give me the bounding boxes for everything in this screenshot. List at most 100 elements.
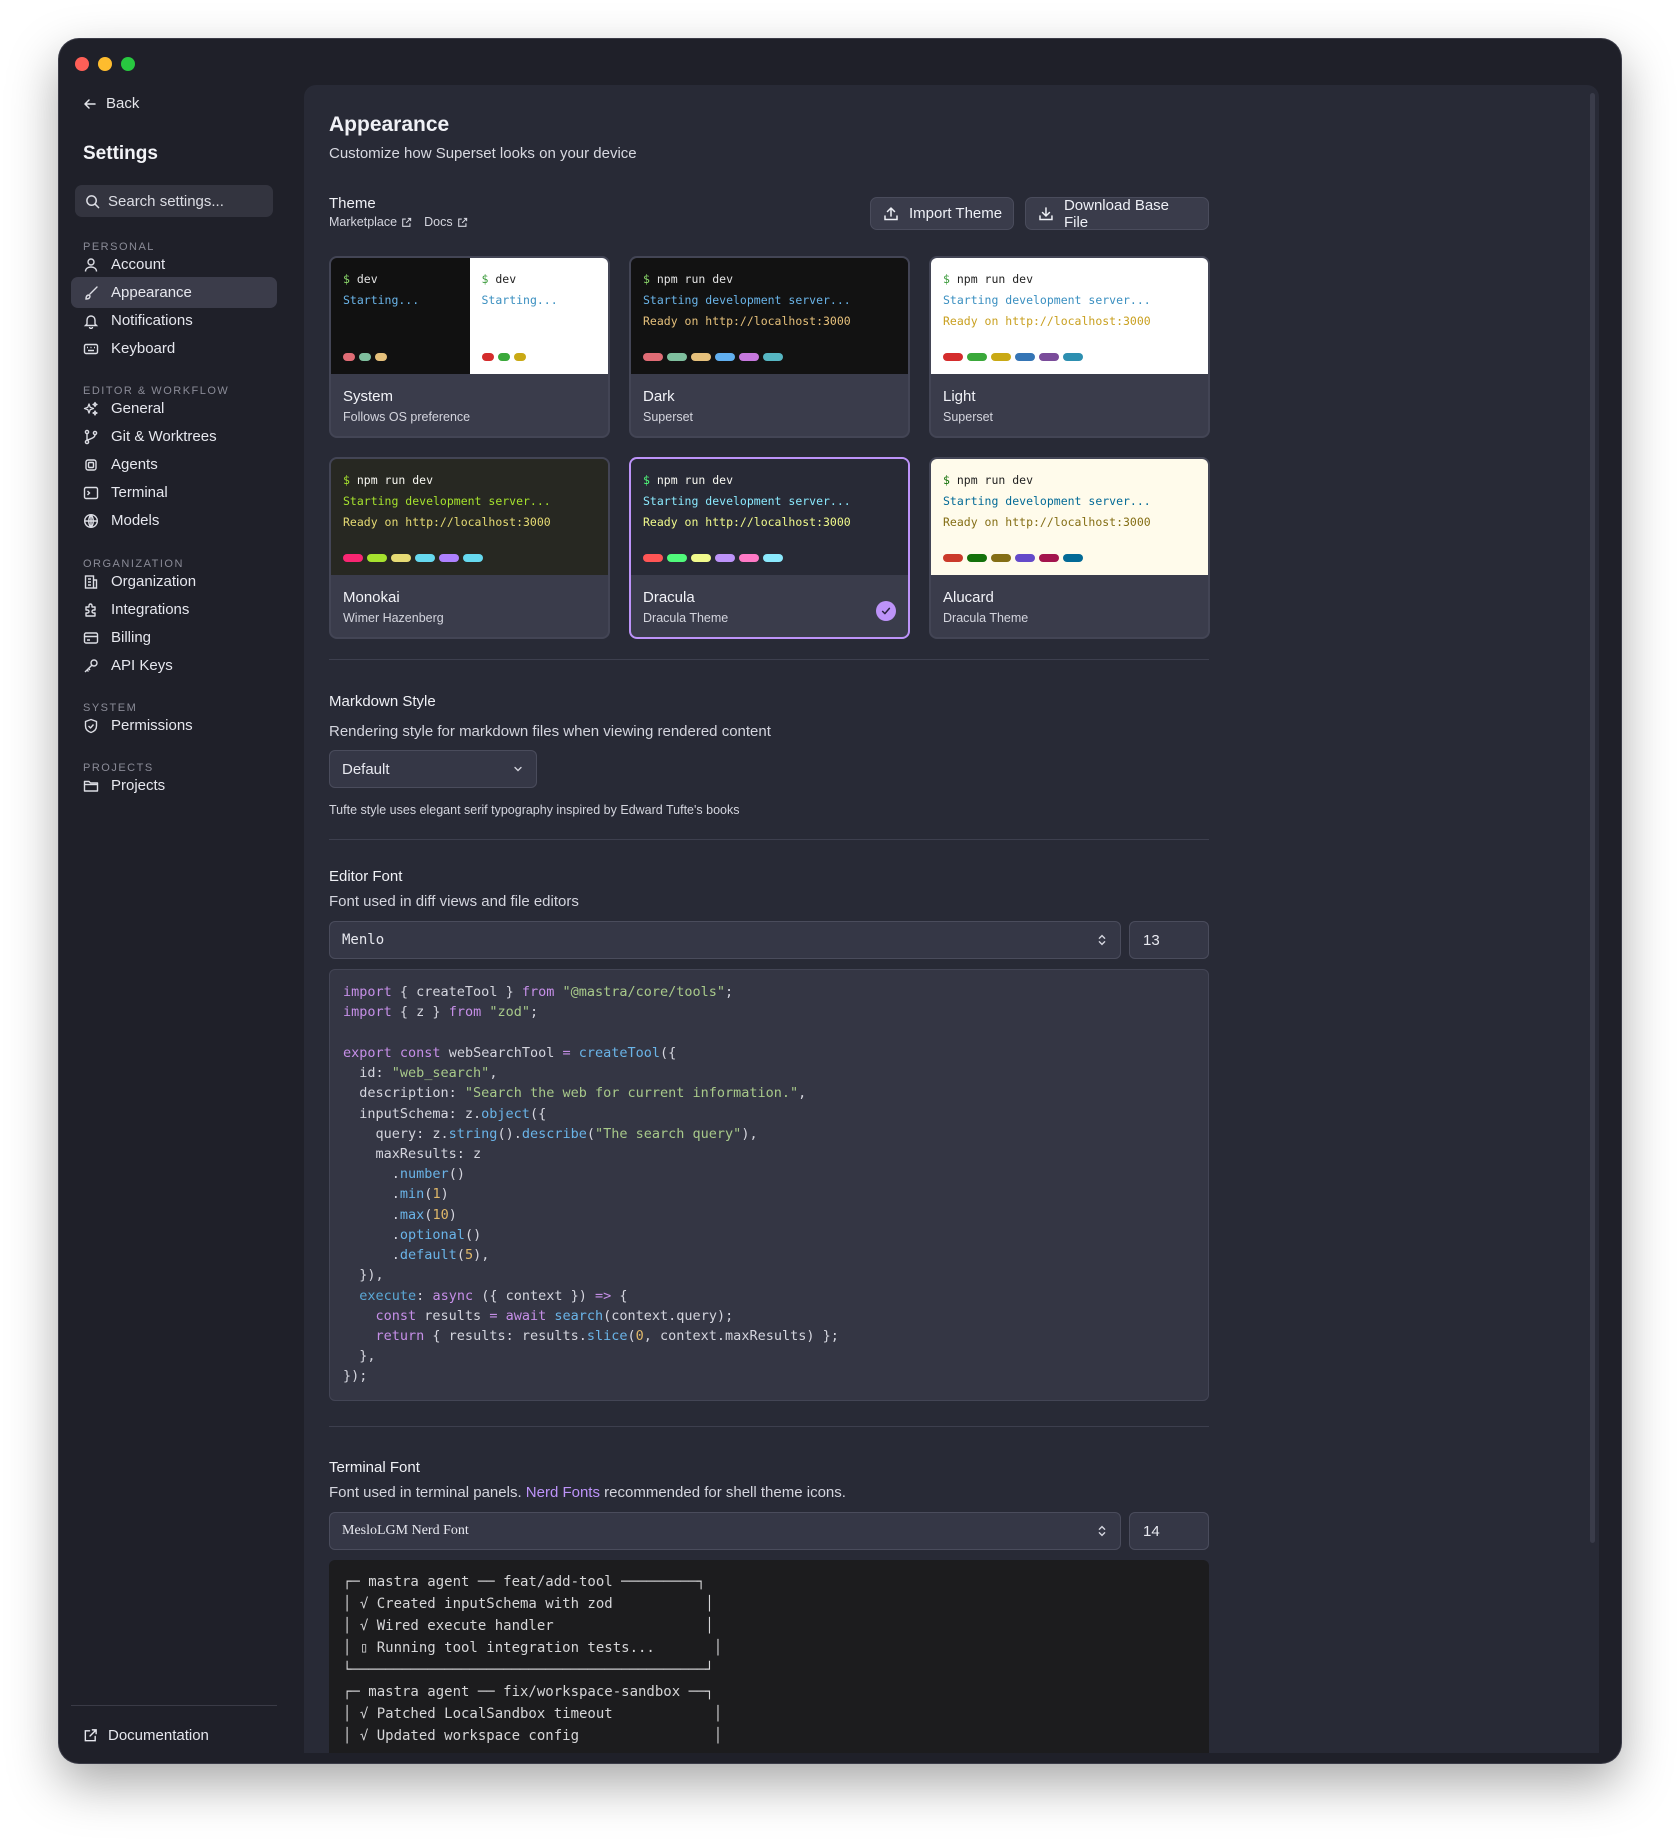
sidebar-item-label: Git & Worktrees xyxy=(111,428,217,445)
sidebar: Back Settings Search settings... PERSONA… xyxy=(59,39,304,1763)
theme-card-dracula[interactable]: $ npm run dev Starting development serve… xyxy=(629,457,910,639)
sidebar-item-general[interactable]: General xyxy=(71,393,277,424)
sidebar-item-api-keys[interactable]: API Keys xyxy=(71,650,277,681)
sidebar-divider xyxy=(71,1705,277,1706)
sidebar-item-git-worktrees[interactable]: Git & Worktrees xyxy=(71,421,277,452)
sidebar-item-integrations[interactable]: Integrations xyxy=(71,594,277,625)
chevron-up-down-icon xyxy=(1098,1525,1106,1537)
sidebar-item-label: Billing xyxy=(111,629,152,646)
editor-font-select[interactable]: Menlo xyxy=(329,921,1121,959)
search-icon xyxy=(86,194,100,208)
markdown-style-value: Default xyxy=(342,760,390,778)
preview-line: Starting development server... xyxy=(643,494,851,508)
theme-card-light[interactable]: $ npm run dev Starting development serve… xyxy=(929,256,1210,438)
scrollbar[interactable] xyxy=(1590,93,1595,1543)
color-swatches xyxy=(643,554,783,562)
theme-card-system[interactable]: $ dev Starting... $ dev Starting... Syst… xyxy=(329,256,610,438)
markdown-style-hint: Tufte style uses elegant serif typograph… xyxy=(329,803,740,817)
sidebar-item-label: Agents xyxy=(111,456,158,473)
terminal-icon xyxy=(83,486,99,499)
editor-font-size-input[interactable]: 13 xyxy=(1129,921,1209,959)
section-divider xyxy=(329,659,1209,660)
preview-line: $ npm run dev xyxy=(643,272,734,286)
sidebar-item-label: Keyboard xyxy=(111,340,176,357)
sidebar-item-appearance[interactable]: Appearance xyxy=(71,277,277,308)
nerd-fonts-link[interactable]: Nerd Fonts xyxy=(526,1484,600,1501)
building-icon xyxy=(84,574,98,589)
search-placeholder: Search settings... xyxy=(108,192,224,210)
main-panel: Appearance Customize how Superset looks … xyxy=(304,85,1599,1753)
sidebar-item-billing[interactable]: Billing xyxy=(71,622,277,653)
theme-card-sub: Dracula Theme xyxy=(943,611,1029,625)
docs-label: Docs xyxy=(424,215,453,229)
preview-line: Starting development server... xyxy=(343,494,551,508)
preview-line: Ready on http://localhost:3000 xyxy=(643,515,851,529)
theme-preview: $ npm run dev Starting development serve… xyxy=(631,258,908,374)
preview-line: Starting... xyxy=(343,293,420,307)
theme-title: Theme xyxy=(329,195,376,212)
theme-card-name: Dracula xyxy=(643,589,695,606)
sidebar-item-projects[interactable]: Projects xyxy=(71,770,277,801)
documentation-link[interactable]: Documentation xyxy=(83,1727,209,1744)
keyboard-icon xyxy=(83,343,99,354)
terminal-font-size-input[interactable]: 14 xyxy=(1129,1512,1209,1550)
sidebar-item-agents[interactable]: Agents xyxy=(71,449,277,480)
preview-line: Ready on http://localhost:3000 xyxy=(943,515,1151,529)
sidebar-item-terminal[interactable]: Terminal xyxy=(71,477,277,508)
marketplace-link[interactable]: Marketplace xyxy=(329,215,412,229)
theme-card-name: Light xyxy=(943,388,976,405)
sidebar-item-label: API Keys xyxy=(111,657,173,674)
sidebar-item-keyboard[interactable]: Keyboard xyxy=(71,333,277,364)
sidebar-item-account[interactable]: Account xyxy=(71,249,277,280)
theme-card-monokai[interactable]: $ npm run dev Starting development serve… xyxy=(329,457,610,639)
sidebar-item-permissions[interactable]: Permissions xyxy=(71,710,277,741)
page-subtitle: Customize how Superset looks on your dev… xyxy=(329,145,637,162)
preview-line: Starting development server... xyxy=(643,293,851,307)
sidebar-item-label: Permissions xyxy=(111,717,193,734)
sidebar-item-models[interactable]: Models xyxy=(71,505,277,536)
theme-preview-dark-half: $ dev Starting... xyxy=(331,258,470,374)
terminal-font-description-text: Font used in terminal panels. xyxy=(329,1484,522,1501)
terminal-preview-line: ┌─ mastra agent ── feat/add-tool ───────… xyxy=(343,1574,706,1590)
sidebar-item-organization[interactable]: Organization xyxy=(71,566,277,597)
markdown-style-select[interactable]: Default xyxy=(329,750,537,788)
docs-link[interactable]: Docs xyxy=(424,215,467,229)
back-button[interactable]: Back xyxy=(82,95,139,112)
preview-line: $ npm run dev xyxy=(943,473,1034,487)
preview-line: $ dev xyxy=(343,272,378,286)
page-title: Appearance xyxy=(329,113,450,136)
chevron-down-icon xyxy=(514,766,522,772)
color-swatches xyxy=(481,353,526,361)
cpu-icon xyxy=(85,458,97,471)
theme-card-dark[interactable]: $ npm run dev Starting development serve… xyxy=(629,256,910,438)
preview-line: Ready on http://localhost:3000 xyxy=(943,314,1151,328)
preview-line: $ npm run dev xyxy=(943,272,1034,286)
terminal-font-description-text: recommended for shell theme icons. xyxy=(604,1484,846,1501)
external-link-icon xyxy=(402,217,412,227)
terminal-preview-line: └───────────────────────────────────────… xyxy=(343,1662,714,1678)
upload-icon xyxy=(884,206,898,220)
color-swatches xyxy=(943,353,1083,361)
color-swatches xyxy=(643,353,783,361)
theme-preview: $ npm run dev Starting development serve… xyxy=(931,459,1208,575)
preview-line: $ npm run dev xyxy=(643,473,734,487)
sidebar-item-label: Projects xyxy=(111,777,166,794)
sidebar-item-label: Appearance xyxy=(111,284,192,301)
terminal-preview-line: │ ▯ Running tool integration tests... │ xyxy=(343,1640,723,1656)
import-theme-button[interactable]: Import Theme xyxy=(870,197,1015,230)
theme-preview: $ npm run dev Starting development serve… xyxy=(331,459,608,575)
import-theme-label: Import Theme xyxy=(909,205,1003,222)
theme-card-alucard[interactable]: $ npm run dev Starting development serve… xyxy=(929,457,1210,639)
theme-card-sub: Wimer Hazenberg xyxy=(343,611,444,625)
terminal-preview-line: │ √ Patched LocalSandbox timeout │ xyxy=(343,1706,723,1722)
search-input[interactable]: Search settings... xyxy=(75,185,273,217)
color-swatches xyxy=(343,554,483,562)
theme-preview-light-half: $ dev Starting... xyxy=(469,258,608,374)
editor-font-value: Menlo xyxy=(342,932,385,948)
download-base-file-button[interactable]: Download Base File xyxy=(1025,197,1209,231)
terminal-font-select[interactable]: MesloLGM Nerd Font xyxy=(329,1512,1121,1550)
sidebar-item-label: Notifications xyxy=(111,312,193,329)
terminal-font-title: Terminal Font xyxy=(329,1459,420,1476)
sidebar-item-notifications[interactable]: Notifications xyxy=(71,305,277,336)
theme-card-name: System xyxy=(343,388,394,405)
